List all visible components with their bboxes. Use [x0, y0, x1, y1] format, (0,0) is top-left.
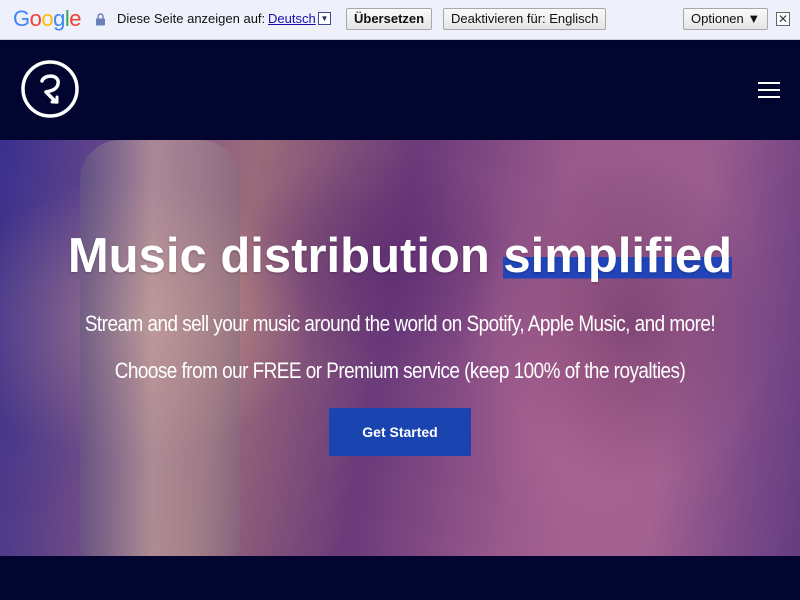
google-logo: Google	[13, 6, 82, 32]
hero-title: Music distribution simplified	[0, 228, 800, 284]
brand-logo-icon[interactable]	[20, 59, 80, 119]
google-translate-bar: Google Diese Seite anzeigen auf: Deutsch…	[0, 0, 800, 40]
hero-section: Music distribution simplified Stream and…	[0, 140, 800, 556]
google-logo-letter: o	[41, 6, 54, 31]
google-logo-letter: e	[69, 6, 82, 31]
hero-title-highlight: simplified	[503, 229, 733, 283]
translate-button[interactable]: Übersetzen	[346, 8, 433, 30]
options-button[interactable]: Optionen ▼	[683, 8, 769, 30]
close-icon[interactable]: ✕	[776, 12, 790, 26]
google-logo-letter: g	[53, 6, 65, 31]
google-logo-letter: o	[29, 6, 42, 31]
translate-prompt: Diese Seite anzeigen auf:	[117, 11, 266, 26]
site-header	[0, 40, 800, 140]
hero-subtitle-1: Stream and sell your music around the wo…	[84, 311, 716, 336]
hero-subtitle-2: Choose from our FREE or Premium service …	[114, 358, 686, 383]
language-link[interactable]: Deutsch	[268, 11, 316, 27]
language-dropdown-icon[interactable]: ▼	[318, 12, 331, 25]
hamburger-menu-icon[interactable]	[758, 82, 780, 98]
hero-title-main: Music distribution	[67, 229, 504, 283]
disable-translation-button[interactable]: Deaktivieren für: Englisch	[443, 8, 607, 30]
page-section-below	[0, 556, 800, 600]
lock-icon	[96, 13, 105, 26]
get-started-button[interactable]: Get Started	[329, 408, 471, 456]
google-logo-letter: G	[13, 6, 30, 31]
